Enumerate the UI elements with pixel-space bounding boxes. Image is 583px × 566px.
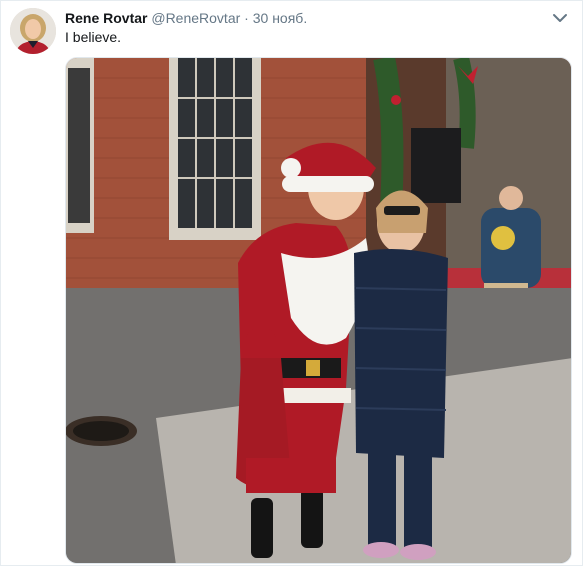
- tweet-photo[interactable]: [65, 57, 572, 564]
- tweet-card: Rene Rovtar @ReneRovtar · 30 нояб. I bel…: [0, 0, 583, 566]
- tweet-text: I believe.: [65, 29, 122, 45]
- chevron-down-icon: [553, 14, 567, 22]
- photo-santa-and-woman: [66, 58, 571, 563]
- avatar[interactable]: [10, 8, 56, 54]
- user-handle[interactable]: @ReneRovtar: [151, 10, 240, 26]
- user-fullname[interactable]: Rene Rovtar: [65, 10, 147, 26]
- avatar-image: [10, 8, 56, 54]
- tweet-menu-button[interactable]: [552, 11, 568, 25]
- tweet-timestamp[interactable]: 30 нояб.: [253, 10, 307, 26]
- tweet-header: Rene Rovtar @ReneRovtar · 30 нояб.: [65, 9, 307, 27]
- header-separator: ·: [244, 10, 249, 26]
